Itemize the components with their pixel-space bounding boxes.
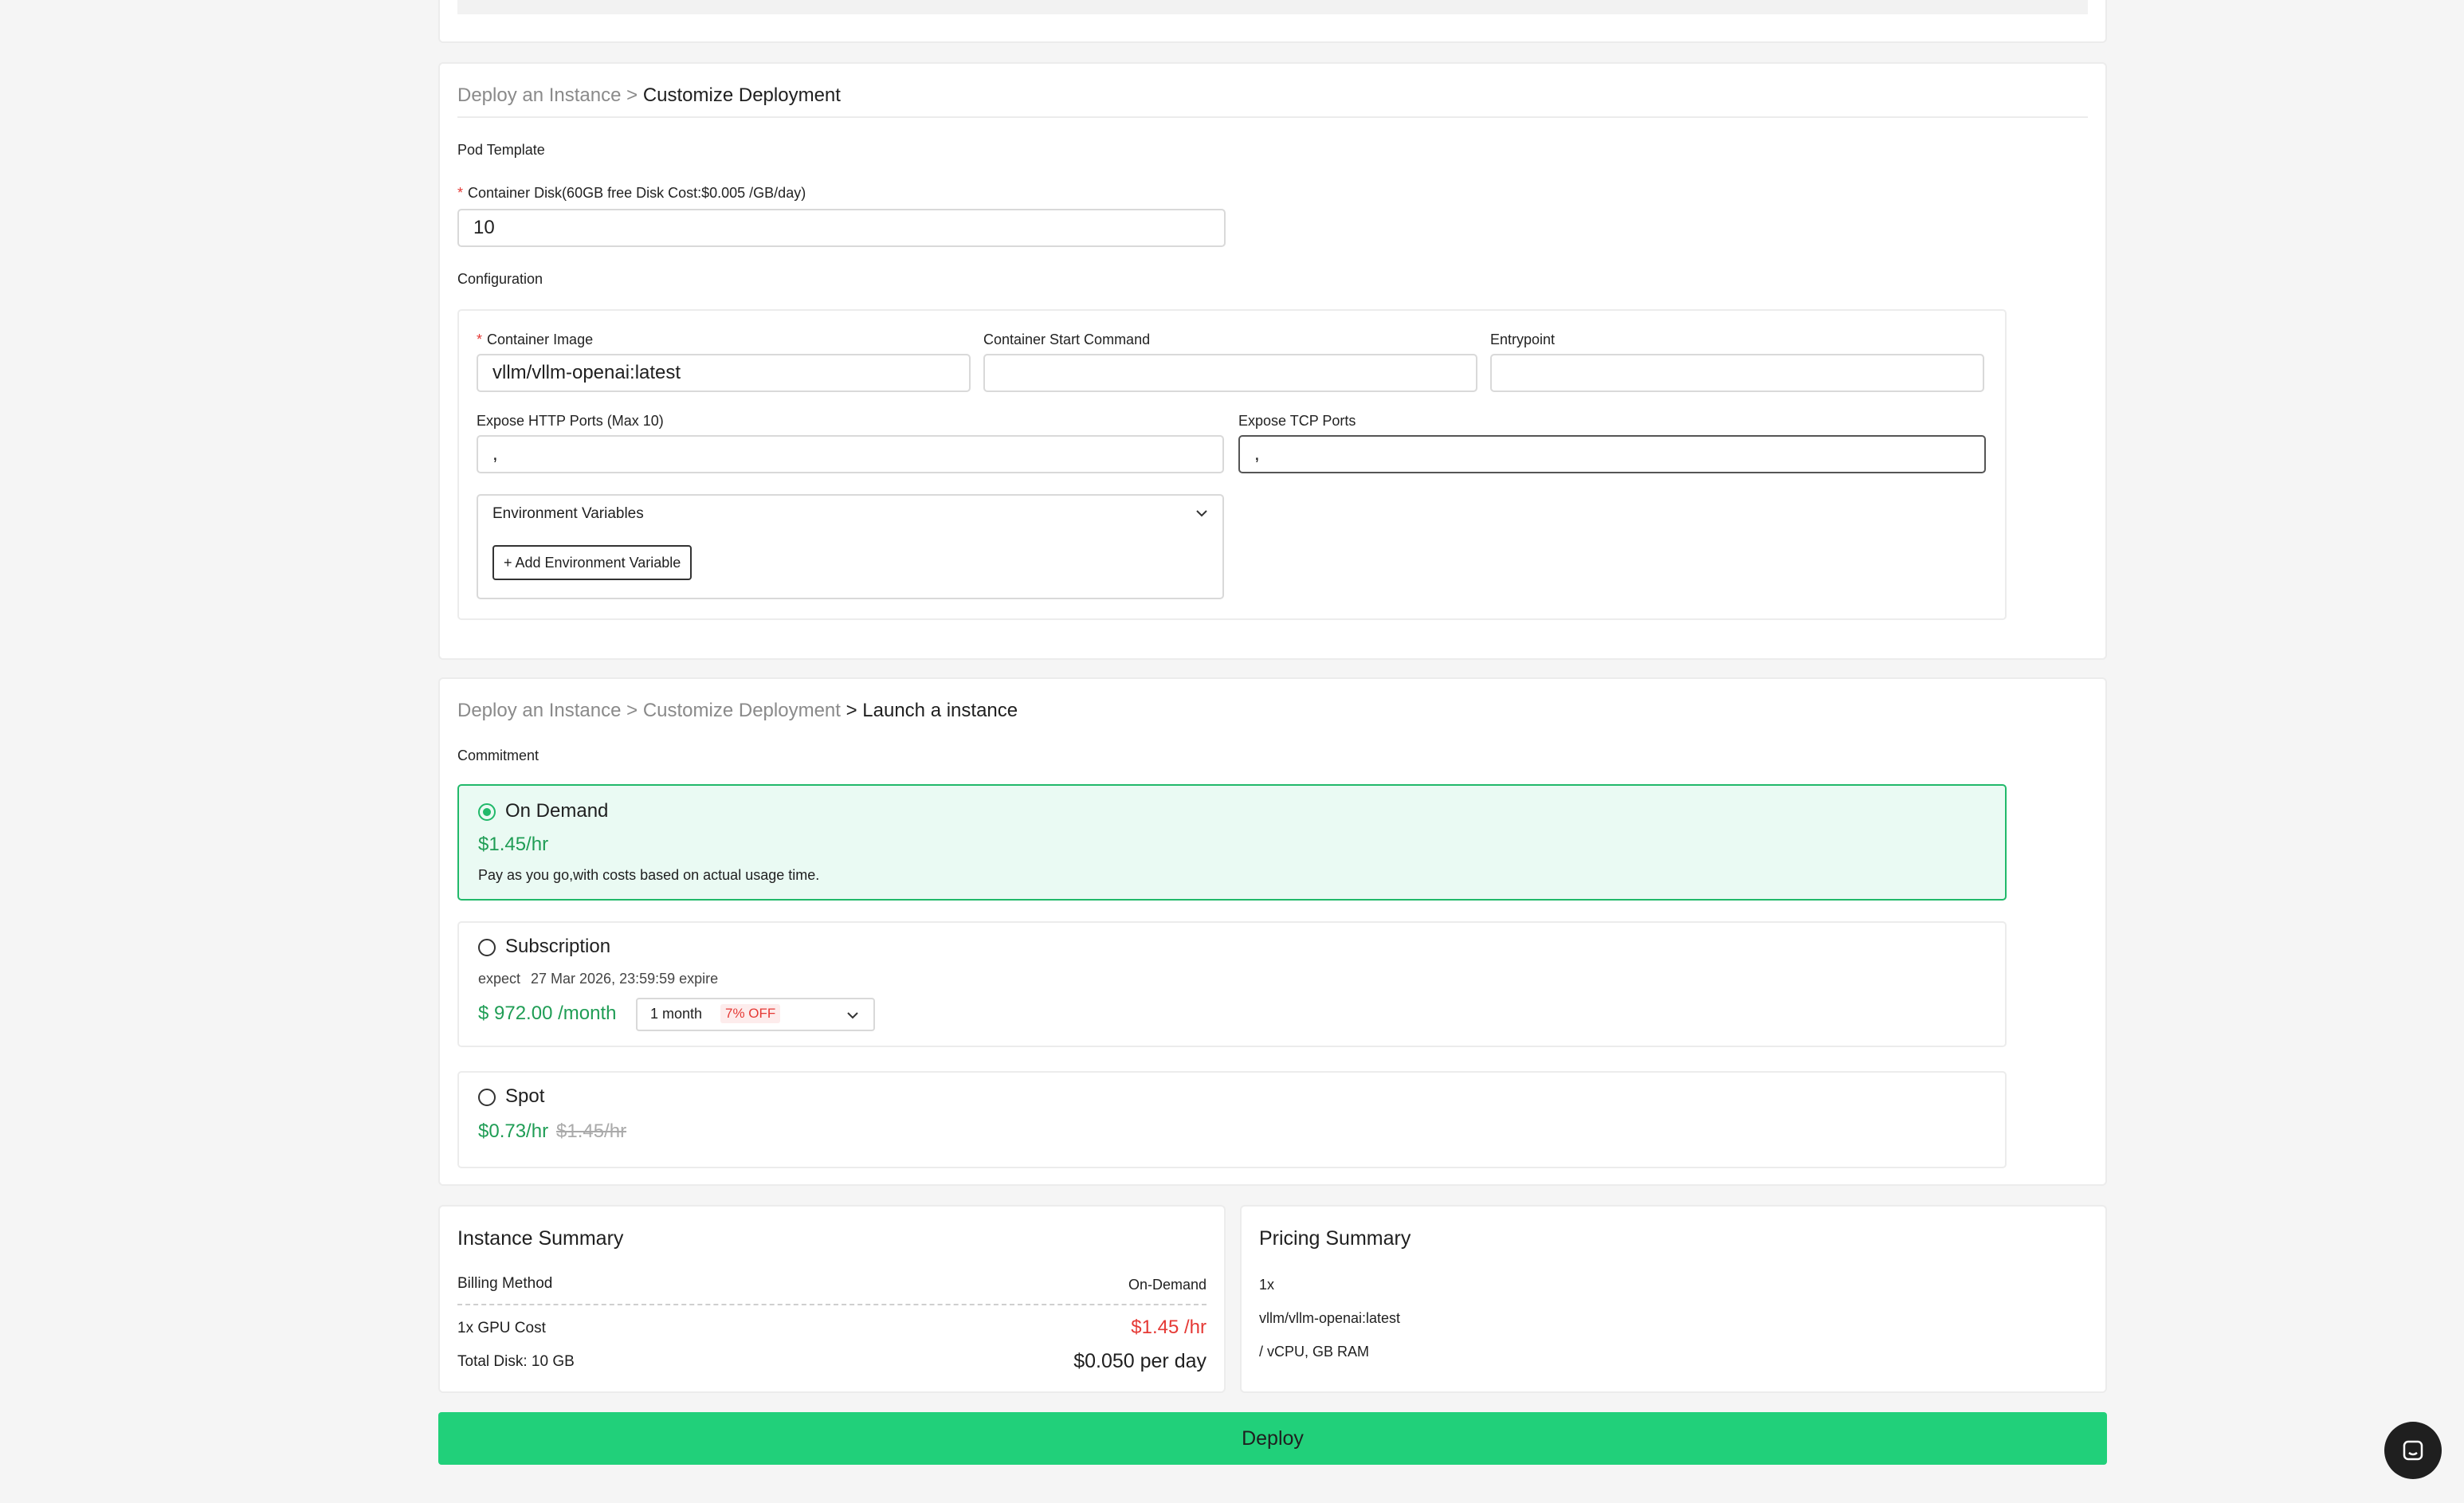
required-marker: * <box>477 332 483 347</box>
total-disk-value: $0.050 per day <box>1073 1350 1206 1372</box>
summary-divider <box>457 1304 1206 1305</box>
previous-section-card <box>438 0 2107 43</box>
gpu-cost-value: $1.45 /hr <box>1131 1317 1206 1338</box>
entrypoint-input[interactable] <box>1490 354 1984 392</box>
env-vars-panel: Environment Variables + Add Environment … <box>477 494 1224 599</box>
spot-option[interactable]: Spot $0.73/hr $1.45/hr <box>457 1071 2007 1168</box>
on-demand-price: $1.45/hr <box>478 834 549 855</box>
previous-section-bar <box>457 0 2088 14</box>
container-disk-label-text: Container Disk(60GB free Disk Cost:$0.00… <box>468 185 806 201</box>
gpu-cost-label: 1x GPU Cost <box>457 1320 546 1336</box>
billing-method-label: Billing Method <box>457 1275 553 1292</box>
chat-icon <box>2402 1439 2424 1462</box>
customize-deployment-card: Deploy an Instance > Customize Deploymen… <box>438 62 2107 660</box>
entrypoint-label: Entrypoint <box>1490 332 1556 347</box>
pricing-summary-card: Pricing Summary 1x vllm/vllm-openai:late… <box>1240 1205 2107 1393</box>
start-command-input[interactable] <box>983 354 1477 392</box>
pod-template-label: Pod Template <box>457 142 545 158</box>
total-disk-label: Total Disk: 10 GB <box>457 1353 575 1370</box>
container-image-label: * Container Image <box>477 332 593 348</box>
duration-selected-value: 1 month <box>650 1006 703 1022</box>
spot-original-price: $1.45/hr <box>556 1120 627 1142</box>
breadcrumb-separator: > <box>626 84 638 106</box>
http-ports-input[interactable]: , <box>477 435 1224 473</box>
breadcrumb: Deploy an Instance > Customize Deploymen… <box>457 84 841 107</box>
env-vars-title: Environment Variables <box>492 505 644 522</box>
container-disk-label: * Container Disk(60GB free Disk Cost:$0.0… <box>457 185 806 202</box>
configuration-box: * Container Image vllm/vllm-openai:latest… <box>457 309 2007 620</box>
configuration-label: Configuration <box>457 271 543 287</box>
pricing-resources: / vCPU, GB RAM <box>1259 1344 1370 1360</box>
container-image-label-text: Container Image <box>487 332 594 347</box>
chevron-down-icon <box>845 1007 861 1023</box>
breadcrumb-current: Customize Deployment <box>642 84 841 106</box>
discount-badge: 7% OFF <box>720 1004 781 1023</box>
on-demand-radio[interactable] <box>478 803 496 821</box>
instance-summary-card: Instance Summary Billing Method On-Deman… <box>438 1205 1226 1393</box>
breadcrumb-mid[interactable]: Customize Deployment <box>643 700 841 721</box>
on-demand-title: On Demand <box>505 800 609 822</box>
on-demand-option[interactable]: On Demand $1.45/hr Pay as you go,with co… <box>457 784 2007 901</box>
header-divider <box>457 116 2088 118</box>
spot-radio[interactable] <box>478 1089 496 1106</box>
breadcrumb-root[interactable]: Deploy an Instance <box>457 700 621 721</box>
pricing-image-name: vllm/vllm-openai:latest <box>1259 1310 1401 1326</box>
launch-instance-card: Deploy an Instance > Customize Deploymen… <box>438 677 2107 1186</box>
breadcrumb: Deploy an Instance > Customize Deploymen… <box>457 700 1018 722</box>
deploy-button[interactable]: Deploy <box>438 1412 2107 1465</box>
breadcrumb-root[interactable]: Deploy an Instance <box>457 84 621 106</box>
env-vars-header[interactable]: Environment Variables <box>478 496 1222 534</box>
container-image-input[interactable]: vllm/vllm-openai:latest <box>477 354 971 392</box>
subscription-radio[interactable] <box>478 939 496 956</box>
on-demand-description: Pay as you go,with costs based on actual… <box>478 867 820 883</box>
tcp-ports-label: Expose TCP Ports <box>1238 413 1356 429</box>
subscription-price: $ 972.00 /month <box>478 1003 617 1024</box>
subscription-duration-select[interactable]: 1 month 7% OFF <box>636 998 875 1031</box>
required-marker: * <box>457 185 464 201</box>
chat-launcher-button[interactable] <box>2384 1422 2442 1479</box>
spot-price: $0.73/hr <box>478 1120 549 1142</box>
tcp-ports-input[interactable]: , <box>1238 435 1986 473</box>
pricing-gpu-count: 1x <box>1259 1277 1275 1293</box>
subscription-expect-label: expect <box>478 971 521 987</box>
commitment-label: Commitment <box>457 748 539 763</box>
chevron-down-icon[interactable] <box>1194 505 1210 521</box>
breadcrumb-separator: > <box>626 700 638 721</box>
instance-summary-title: Instance Summary <box>457 1227 624 1250</box>
start-command-label: Container Start Command <box>983 332 1151 347</box>
http-ports-label: Expose HTTP Ports (Max 10) <box>477 413 664 429</box>
subscription-expire-date: 27 Mar 2026, 23:59:59 expire <box>531 971 719 987</box>
subscription-option[interactable]: Subscription expect 27 Mar 2026, 23:59:5… <box>457 921 2007 1047</box>
subscription-title: Subscription <box>505 936 611 957</box>
add-env-var-button[interactable]: + Add Environment Variable <box>492 545 693 580</box>
breadcrumb-current: > Launch a instance <box>846 700 1018 721</box>
pricing-summary-title: Pricing Summary <box>1259 1227 1411 1250</box>
spot-title: Spot <box>505 1085 545 1107</box>
container-disk-input[interactable]: 10 <box>457 209 1226 247</box>
billing-method-value: On-Demand <box>1128 1277 1206 1293</box>
